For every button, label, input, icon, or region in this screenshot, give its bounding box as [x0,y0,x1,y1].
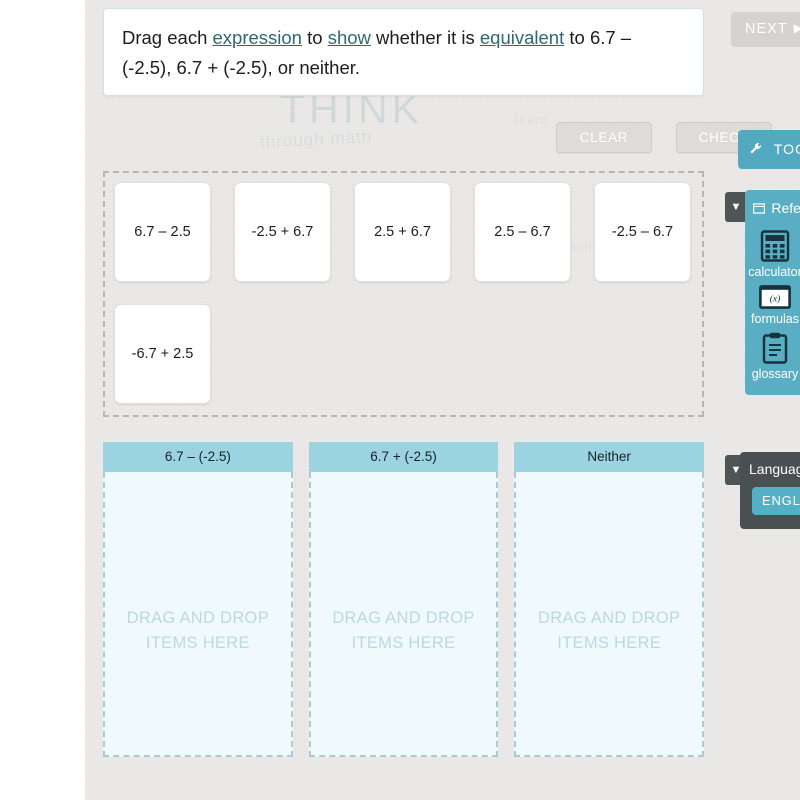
language-english-button[interactable]: ENGLISH [752,487,800,515]
reference-item-glossary[interactable]: glossary [745,332,800,381]
formula-icon: (x) [759,285,791,309]
play-triangle-icon: ▶ [793,21,800,35]
instruction-text: Drag each expression to show whether it … [122,23,685,83]
tools-button-label: TOOLS [773,141,800,157]
expression-tile[interactable]: -6.7 + 2.5 [114,304,211,404]
tools-button[interactable]: TOOLS [738,130,800,169]
reference-item-calculator-label: calculator [748,265,800,279]
watermark-faint-a: learn [515,112,549,127]
tile-grid: 6.7 – 2.5 -2.5 + 6.7 2.5 + 6.7 2.5 – 6.7 -2.… [114,182,702,404]
expression-tile[interactable]: 2.5 – 6.7 [474,182,571,282]
dropzone-placeholder: DRAG AND DROP ITEMS HERE [332,608,475,652]
dropzone[interactable]: 6.7 – (-2.5) DRAG AND DROP ITEMS HERE [103,442,293,757]
reference-item-formulas-label: formulas [751,312,799,326]
instruction-box: Drag each expression to show whether it … [103,8,704,96]
expression-tile[interactable]: -2.5 – 6.7 [594,182,691,282]
svg-text:(x): (x) [770,294,781,305]
expression-tile[interactable]: 6.7 – 2.5 [114,182,211,282]
wrench-icon [750,142,768,157]
dropzone-row: 6.7 – (-2.5) DRAG AND DROP ITEMS HERE 6.7 … [103,442,705,757]
dropzone-placeholder: DRAG AND DROP ITEMS HERE [538,608,681,652]
reference-panel-title: Reference [745,198,800,224]
language-panel: Language ENGLISH [740,452,800,529]
expression-tile[interactable]: -2.5 + 6.7 [234,182,331,282]
dropzone-body[interactable]: DRAG AND DROP ITEMS HERE [103,472,293,757]
reference-item-glossary-label: glossary [751,367,799,381]
glossary-link[interactable]: expression [213,27,302,48]
expression-tile-bank[interactable]: 6.7 – 2.5 -2.5 + 6.7 2.5 + 6.7 2.5 – 6.7 -2.… [103,171,704,417]
language-panel-title: Language [749,461,800,477]
expression-tile[interactable]: 2.5 + 6.7 [354,182,451,282]
reference-item-calculator[interactable]: calculator [745,230,800,279]
watermark-subtitle: through math [259,127,373,152]
reference-panel-title-label: Reference [771,200,800,216]
window-icon [753,202,768,216]
next-button-label: NEXT [745,21,788,37]
clear-button[interactable]: CLEAR [556,122,652,153]
dropzone-header: Neither [514,442,705,472]
dropzone[interactable]: 6.7 + (-2.5) DRAG AND DROP ITEMS HERE [308,442,499,757]
instruction-segment: Drag each [122,27,213,48]
dropzone-body[interactable]: DRAG AND DROP ITEMS HERE [308,472,499,757]
dropzone-header: 6.7 – (-2.5) [103,442,293,472]
glossary-link[interactable]: equivalent [480,27,564,48]
calculator-icon [760,230,790,262]
instruction-segment: whether it is [370,27,480,48]
dropzone[interactable]: Neither DRAG AND DROP ITEMS HERE [514,442,705,757]
reference-item-formulas[interactable]: (x) formulas [745,285,800,326]
dropzone-header: 6.7 + (-2.5) [308,442,499,472]
reference-collapse-toggle[interactable]: ▼ [725,192,747,222]
dropzone-body[interactable]: DRAG AND DROP ITEMS HERE [514,472,705,757]
glossary-link[interactable]: show [328,27,371,48]
reference-panel: Reference calculator [745,190,800,395]
exercise-screen: THINK through math learn practice Drag e… [0,0,800,800]
dropzone-placeholder: DRAG AND DROP ITEMS HERE [126,608,269,652]
instruction-segment: to [301,27,328,48]
clipboard-icon [762,332,788,364]
next-button[interactable]: NEXT ▶ [731,12,800,47]
